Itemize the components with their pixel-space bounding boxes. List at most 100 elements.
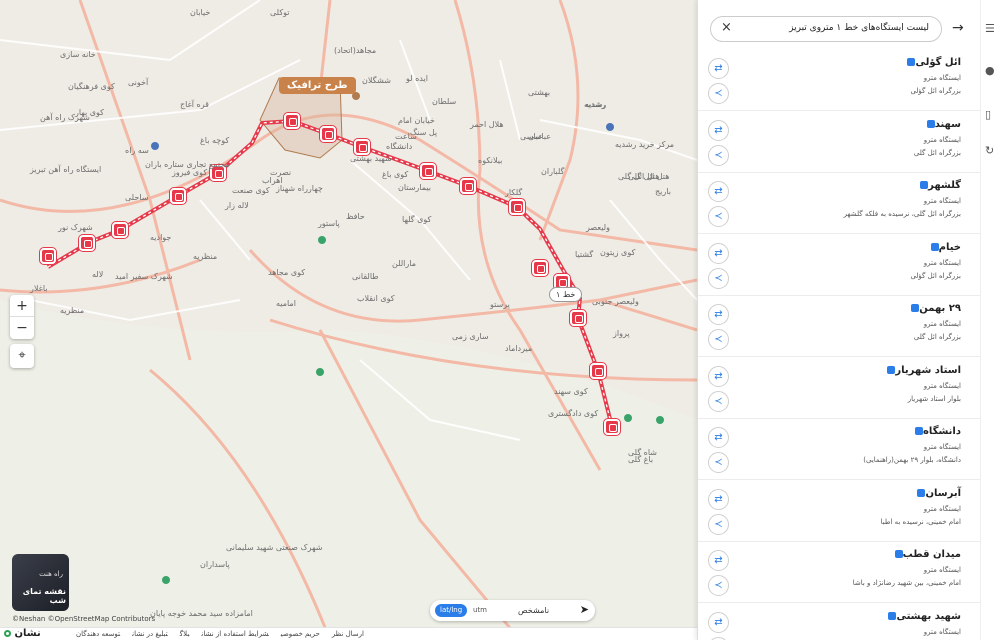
traffic-zone-label[interactable]: طرح ترافیک [279, 77, 356, 94]
metro-station-marker[interactable] [170, 188, 186, 204]
share-button[interactable]: ≺ [708, 83, 729, 104]
metro-station-marker[interactable] [570, 310, 586, 326]
station-name[interactable]: خیام [928, 242, 961, 253]
map-place-label: حافظ [346, 212, 365, 221]
share-button[interactable]: ≺ [708, 329, 729, 350]
route-button[interactable]: ⇄ [708, 304, 729, 325]
map-place-label: توکلی [270, 8, 290, 17]
share-icon: ≺ [714, 334, 723, 345]
latlng-toggle[interactable]: lat/lng [435, 604, 468, 617]
route-button[interactable]: ⇄ [708, 488, 729, 510]
station-name-text: خیام [938, 241, 961, 253]
share-button[interactable]: ≺ [708, 267, 729, 289]
footer-link[interactable]: توسعه دهندگان [76, 630, 120, 638]
map-canvas[interactable]: طرح ترافیک خط ۱ توکلی خیابان خانه سازی آخون… [0, 0, 697, 640]
metro-line-badge[interactable]: خط ۱ [549, 287, 583, 302]
station-item[interactable]: سهند ایستگاه مترو بزرگراه ائل گلی ⇄ ≺ [698, 112, 980, 173]
metro-station-marker[interactable] [284, 113, 300, 129]
crosshair-icon: ⌖ [18, 348, 26, 363]
route-button[interactable]: ⇄ [708, 550, 729, 571]
route-button[interactable]: ⇄ [708, 58, 729, 79]
station-name[interactable]: استاد شهریار [884, 365, 961, 376]
footer-link[interactable]: بلاگ [180, 630, 190, 638]
station-item[interactable]: شهید بهشتی ایستگاه مترو ⇄ ≺ [698, 604, 980, 640]
footer-link[interactable]: تبلیغ در نشان [132, 630, 168, 638]
metro-station-marker[interactable] [112, 222, 128, 238]
footer-link[interactable]: حریم خصوصی [281, 630, 320, 638]
share-button[interactable]: ≺ [708, 636, 729, 640]
station-item[interactable]: دانشگاه ایستگاه مترو دانشگاه، بلوار ۲۹ بهم… [698, 419, 980, 480]
share-button[interactable]: ≺ [708, 513, 729, 535]
station-item[interactable]: خیام ایستگاه مترو بزرگراه ائل گؤلی ⇄ ≺ [698, 235, 980, 296]
map-place-label: ششگلان [362, 76, 391, 85]
metro-station-marker[interactable] [509, 199, 525, 215]
station-name-text: شهید بهشتی [896, 610, 961, 622]
route-icon: ⇄ [714, 63, 723, 74]
station-item[interactable]: ۲۹ بهمن ایستگاه مترو بزرگراه ائل گلی ⇄ ≺ [698, 296, 980, 357]
map-place-label: کوی انقلاب [357, 294, 395, 303]
station-name[interactable]: شهید بهشتی [885, 611, 961, 622]
bookmark-icon[interactable]: ▯ [985, 108, 991, 121]
metro-station-marker[interactable] [590, 363, 606, 379]
metro-station-marker[interactable] [320, 126, 336, 142]
share-button[interactable]: ≺ [708, 452, 729, 473]
metro-station-marker[interactable] [40, 248, 56, 264]
footer-link[interactable]: شرایط استفاده از نشان [201, 630, 268, 638]
share-button[interactable]: ≺ [708, 144, 729, 166]
metro-station-marker[interactable] [604, 419, 620, 435]
back-arrow-icon[interactable]: → [952, 20, 964, 36]
station-type: ایستگاه مترو [923, 381, 961, 390]
station-item[interactable]: استاد شهریار ایستگاه مترو بلوار استاد شهری… [698, 358, 980, 419]
station-item[interactable]: گلشهر ایستگاه مترو بزرگراه ائل گلی، نرسیده… [698, 173, 980, 234]
share-button[interactable]: ≺ [708, 206, 729, 227]
share-icon: ≺ [714, 88, 723, 99]
route-button[interactable]: ⇄ [708, 365, 729, 387]
share-button[interactable]: ≺ [708, 390, 729, 412]
map-place-label: عباسی [520, 132, 543, 141]
clear-search-button[interactable]: × [721, 20, 732, 35]
metro-station-marker[interactable] [420, 163, 436, 179]
route-button[interactable]: ⇄ [708, 427, 729, 448]
route-button[interactable]: ⇄ [708, 611, 729, 633]
station-name[interactable]: آبرسان [914, 488, 961, 499]
map-place-label: دانشگاه [386, 142, 413, 151]
station-item[interactable]: آبرسان ایستگاه مترو امام خمینی، نرسیده به … [698, 481, 980, 542]
route-button[interactable]: ⇄ [708, 119, 729, 141]
map-place-label: لاله [92, 270, 104, 279]
metro-station-marker[interactable] [79, 235, 95, 251]
footer-link[interactable]: ارسال نظر [332, 630, 364, 638]
menu-icon[interactable]: ☰ [985, 22, 995, 35]
metro-station-marker[interactable] [460, 178, 476, 194]
utm-toggle[interactable]: utm [468, 604, 492, 617]
user-icon[interactable]: ● [985, 64, 995, 77]
station-name[interactable]: سهند [924, 119, 961, 130]
night-map-toggle[interactable]: راه هنت نقشه تمای شب [12, 554, 69, 611]
station-name[interactable]: ۲۹ بهمن [908, 303, 961, 314]
history-icon[interactable]: ↻ [985, 144, 994, 157]
neshan-brand[interactable]: نشان [4, 628, 41, 639]
route-icon: ⇄ [714, 555, 723, 566]
station-name[interactable]: گلشهر [917, 180, 961, 191]
route-button[interactable]: ⇄ [708, 242, 729, 264]
zoom-in-button[interactable]: + [10, 295, 34, 317]
metro-station-marker[interactable] [532, 260, 548, 276]
search-box[interactable]: لیست ایستگاه‌های خط ۱ متروی تبریز × [710, 16, 942, 42]
cursor-icon: ➤ [579, 603, 589, 616]
map-place-label: کوی مجاهد [268, 268, 306, 277]
station-name[interactable]: میدان قطب [892, 549, 961, 560]
share-icon: ≺ [714, 272, 723, 284]
map-place-label: پرواز [613, 329, 630, 338]
search-query[interactable]: لیست ایستگاه‌های خط ۱ متروی تبریز [789, 23, 929, 33]
zoom-out-button[interactable]: − [10, 317, 34, 339]
metro-station-marker[interactable] [354, 139, 370, 155]
station-name[interactable]: ائل گؤلی [904, 57, 961, 68]
locate-me-button[interactable]: ⌖ [10, 344, 34, 368]
coordinate-readout: نامشخص [518, 606, 550, 615]
route-button[interactable]: ⇄ [708, 181, 729, 202]
station-item[interactable]: ائل گؤلی ایستگاه مترو بزرگراه ائل گؤلی ⇄ ≺ [698, 50, 980, 111]
share-button[interactable]: ≺ [708, 575, 729, 596]
map-place-label: پاستور [318, 219, 340, 228]
station-name[interactable]: دانشگاه [912, 426, 961, 437]
station-item[interactable]: میدان قطب ایستگاه مترو امام خمینی، بین شهی… [698, 542, 980, 603]
map-place-label: هتل ائل گلی [618, 172, 660, 181]
